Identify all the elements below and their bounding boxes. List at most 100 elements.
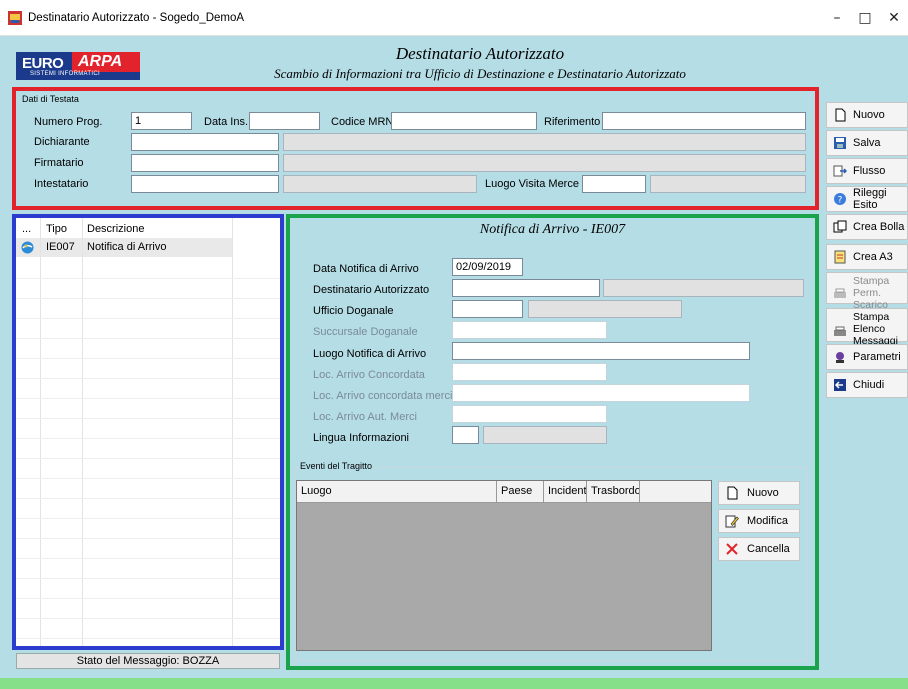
riferimento-label: Riferimento bbox=[544, 116, 601, 128]
grid-row-line bbox=[16, 358, 280, 359]
stampa-perm-scarico-label: Stampa Perm. Scarico bbox=[853, 275, 890, 311]
succursale-field[interactable] bbox=[452, 321, 607, 339]
destinatario-name-field bbox=[603, 279, 804, 297]
ufficio-label: Ufficio Doganale bbox=[313, 305, 394, 317]
minimize-button[interactable]: – bbox=[823, 6, 851, 30]
grid-row-line bbox=[16, 458, 280, 459]
grid-row-line bbox=[16, 578, 280, 579]
events-group-label: Eventi del Tragitto bbox=[298, 461, 375, 471]
crea-a3-button[interactable]: Crea A3 bbox=[826, 244, 908, 270]
numero-prog-field[interactable]: 1 bbox=[131, 112, 192, 130]
data-ins-label: Data Ins. bbox=[204, 116, 249, 128]
delete-icon bbox=[726, 543, 738, 555]
lingua-name-field bbox=[483, 426, 607, 444]
grid-row-line bbox=[16, 638, 280, 639]
data-notifica-field[interactable]: 02/09/2019 bbox=[452, 258, 523, 276]
nuovo-button-label: Nuovo bbox=[853, 109, 885, 121]
message-status-icon bbox=[21, 241, 34, 254]
col-descrizione[interactable]: Descrizione bbox=[87, 223, 144, 235]
stampa-perm-scarico-button[interactable]: Stampa Perm. Scarico bbox=[826, 272, 908, 311]
window-titlebar: Destinatario Autorizzato - Sogedo_DemoA … bbox=[0, 0, 908, 36]
col-dots[interactable]: ... bbox=[22, 223, 31, 235]
firmatario-label: Firmatario bbox=[34, 157, 84, 169]
salva-button-label: Salva bbox=[853, 137, 881, 149]
printer-icon bbox=[834, 288, 846, 298]
col-trasbordo[interactable]: Trasbordo bbox=[587, 481, 640, 502]
grid-row-line bbox=[16, 398, 280, 399]
loc-aut-merci-label: Loc. Arrivo Aut. Merci bbox=[313, 411, 417, 423]
crea-bolla-button[interactable]: Crea Bolla bbox=[826, 214, 908, 240]
grid-row-line bbox=[16, 538, 280, 539]
chiudi-button[interactable]: Chiudi bbox=[826, 372, 908, 398]
testata-group-label: Dati di Testata bbox=[22, 94, 79, 104]
chiudi-button-label: Chiudi bbox=[853, 379, 885, 391]
app-icon bbox=[8, 11, 22, 25]
new-document-icon bbox=[835, 108, 846, 122]
data-notifica-label: Data Notifica di Arrivo bbox=[313, 263, 419, 275]
destinatario-label: Destinatario Autorizzato bbox=[313, 284, 430, 296]
data-ins-field[interactable] bbox=[249, 112, 320, 130]
grid-row-line bbox=[16, 438, 280, 439]
luogo-visita-code-field[interactable] bbox=[582, 175, 646, 193]
grid-row-line bbox=[16, 298, 280, 299]
codice-mrn-label: Codice MRN bbox=[331, 116, 394, 128]
messages-list-header: ... Tipo Descrizione bbox=[16, 218, 280, 238]
dichiarante-code-field[interactable] bbox=[131, 133, 279, 151]
firmatario-code-field[interactable] bbox=[131, 154, 279, 172]
riferimento-field[interactable] bbox=[602, 112, 806, 130]
grid-divider bbox=[40, 218, 41, 646]
luogo-visita-desc-field bbox=[650, 175, 806, 193]
luogo-notifica-field[interactable] bbox=[452, 342, 750, 360]
ufficio-code-field[interactable] bbox=[452, 300, 523, 318]
parametri-button[interactable]: Parametri bbox=[826, 344, 908, 370]
numero-prog-label: Numero Prog. bbox=[34, 116, 103, 128]
message-tipo: IE007 bbox=[46, 241, 75, 253]
codice-mrn-field[interactable] bbox=[391, 112, 537, 130]
flusso-button[interactable]: Flusso bbox=[826, 158, 908, 184]
salva-button[interactable]: Salva bbox=[826, 130, 908, 156]
printer-icon bbox=[834, 326, 846, 336]
col-luogo[interactable]: Luogo bbox=[297, 481, 497, 502]
list-item[interactable]: IE007 Notifica di Arrivo bbox=[16, 238, 232, 257]
maximize-button[interactable]: □ bbox=[851, 6, 879, 30]
col-paese[interactable]: Paese bbox=[497, 481, 544, 502]
message-status-bar: Stato del Messaggio: BOZZA bbox=[16, 653, 280, 669]
bottom-status-strip bbox=[0, 678, 908, 689]
evento-cancella-button[interactable]: Cancella bbox=[718, 537, 800, 561]
grid-row-line bbox=[16, 498, 280, 499]
lingua-code-field[interactable] bbox=[452, 426, 479, 444]
loc-aut-merci-field[interactable] bbox=[452, 405, 607, 423]
rileggi-esito-button-label: Rileggi Esito bbox=[853, 187, 887, 211]
grid-row-line bbox=[16, 478, 280, 479]
col-tipo[interactable]: Tipo bbox=[46, 223, 67, 235]
ufficio-name-field bbox=[528, 300, 682, 318]
parameters-icon bbox=[836, 352, 844, 363]
dichiarante-name-field bbox=[283, 133, 806, 151]
close-button[interactable]: ✕ bbox=[880, 6, 908, 30]
evento-cancella-label: Cancella bbox=[747, 543, 790, 555]
flusso-button-label: Flusso bbox=[853, 165, 886, 177]
destinatario-code-field[interactable] bbox=[452, 279, 600, 297]
grid-row-line bbox=[16, 338, 280, 339]
succursale-label: Succursale Doganale bbox=[313, 326, 418, 338]
loc-concordata-field[interactable] bbox=[452, 363, 607, 381]
lingua-label: Lingua Informazioni bbox=[313, 432, 410, 444]
grid-row-line bbox=[16, 278, 280, 279]
intestatario-code-field[interactable] bbox=[131, 175, 279, 193]
evento-nuovo-button[interactable]: Nuovo bbox=[718, 481, 800, 505]
logo-text-left: EURO bbox=[22, 55, 64, 72]
nuovo-button[interactable]: Nuovo bbox=[826, 102, 908, 128]
firmatario-name-field bbox=[283, 154, 806, 172]
events-table[interactable]: Luogo Paese Incidente Trasbordo bbox=[296, 480, 712, 651]
stampa-elenco-messaggi-label: Stampa Elenco Messaggi bbox=[853, 311, 898, 347]
evento-modifica-button[interactable]: Modifica bbox=[718, 509, 800, 533]
col-incidente[interactable]: Incidente bbox=[544, 481, 587, 502]
rileggi-esito-button[interactable]: ? Rileggi Esito bbox=[826, 186, 908, 212]
stampa-elenco-messaggi-button[interactable]: Stampa Elenco Messaggi bbox=[826, 308, 908, 347]
message-descrizione: Notifica di Arrivo bbox=[87, 241, 167, 253]
grid-row-line bbox=[16, 378, 280, 379]
loc-concordata-merci-label: Loc. Arrivo concordata merci bbox=[313, 390, 453, 402]
grid-divider bbox=[82, 218, 83, 646]
loc-concordata-merci-field[interactable] bbox=[452, 384, 750, 402]
grid-row-line bbox=[16, 318, 280, 319]
